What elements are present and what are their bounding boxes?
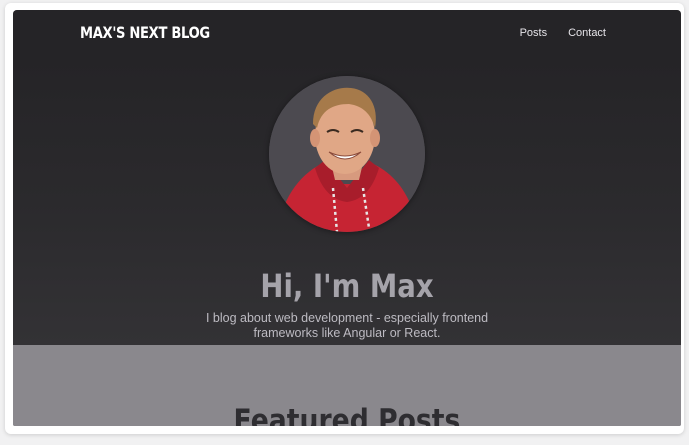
nav-link-contact[interactable]: Contact: [568, 27, 606, 39]
site-logo[interactable]: MAX'S NEXT BLOG: [80, 23, 210, 42]
main-navigation: Posts Contact: [520, 27, 606, 39]
profile-photo-avatar: [269, 76, 425, 232]
profile-photo-icon: [269, 76, 425, 232]
hero-subtitle: I blog about web development - especiall…: [205, 310, 489, 340]
featured-posts-title: Featured Posts: [233, 402, 461, 426]
hero-section: Hi, I'm Max I blog about web development…: [13, 60, 681, 345]
nav-link-posts[interactable]: Posts: [520, 27, 548, 39]
site-header: MAX'S NEXT BLOG Posts Contact: [13, 10, 681, 60]
page-viewport: MAX'S NEXT BLOG Posts Contact Hi, I'm Ma…: [13, 10, 681, 426]
featured-posts-section: Featured Posts: [13, 345, 681, 426]
hero-title: Hi, I'm Max: [260, 267, 434, 306]
